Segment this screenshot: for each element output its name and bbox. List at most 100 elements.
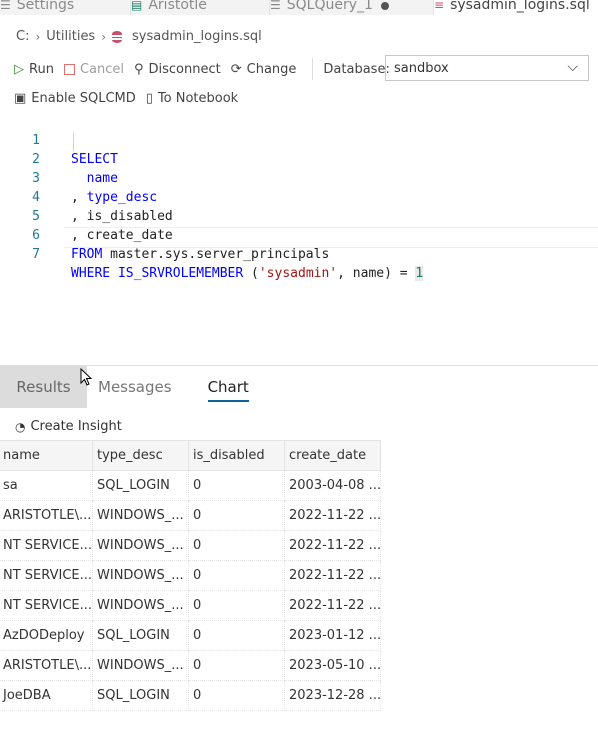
table-cell-is-disabled[interactable]: 0 <box>188 470 285 501</box>
table-body: sa SQL_LOGIN 0 2003-04-08 ... ARISTOTLE\... W… <box>0 470 381 711</box>
keyword: FROM <box>71 247 103 262</box>
tab-results[interactable]: Results <box>0 366 87 408</box>
code-token: master.sys.server_principals <box>102 247 330 262</box>
breadcrumb-file[interactable]: sysadmin_logins.sql <box>132 29 262 44</box>
table-cell-type-desc[interactable]: WINDOWS_... <box>92 560 189 591</box>
table-cell-create-date[interactable]: 2022-11-22 ... <box>284 560 381 591</box>
code-line: 3 , type_desc <box>0 150 157 205</box>
code-text: WHERE IS_SRVROLEMEMBER ('sysadmin', name… <box>71 264 424 283</box>
table-cell-create-date[interactable]: 2022-11-22 ... <box>284 530 381 561</box>
code-text: , create_date <box>71 228 173 243</box>
database-icon: ≡ <box>434 0 445 12</box>
change-label: Change <box>246 61 297 77</box>
tab-chart[interactable]: Chart <box>190 366 267 408</box>
table-cell-create-date[interactable]: 2022-11-22 ... <box>284 590 381 621</box>
table-cell-type-desc[interactable]: SQL_LOGIN <box>92 620 189 651</box>
tab-sysadmin-logins[interactable]: ≡ sysadmin_logins.sql <box>434 0 598 15</box>
results-tabs: Results Messages Chart <box>0 366 267 408</box>
table-cell-create-date[interactable]: 2023-05-10 ... <box>284 650 381 681</box>
disconnect-button[interactable]: ⚲ Disconnect <box>134 62 221 77</box>
table-row[interactable]: AzDODeploy SQL_LOGIN 0 2023-01-12 ... <box>0 620 381 651</box>
to-notebook-button[interactable]: ▯ To Notebook <box>146 91 238 106</box>
table-cell-name[interactable]: AzDODeploy <box>0 620 93 651</box>
code-line: 4 , is_disabled <box>0 169 173 224</box>
column-header[interactable]: name <box>0 440 93 471</box>
table-cell-create-date[interactable]: 2023-01-12 ... <box>284 620 381 651</box>
table-row[interactable]: JoeDBA SQL_LOGIN 0 2023-12-28 ... <box>0 680 381 711</box>
cancel-label: Cancel <box>79 61 124 77</box>
table-cell-name[interactable]: NT SERVICE... <box>0 560 93 591</box>
table-row[interactable]: sa SQL_LOGIN 0 2003-04-08 ... <box>0 470 381 501</box>
cancel-button[interactable]: Cancel <box>63 61 124 77</box>
run-button[interactable]: ▷ Run <box>14 62 54 77</box>
table-header-row: name type_desc is_disabled create_date <box>0 440 381 471</box>
enable-sqlcmd-button[interactable]: ▣ Enable SQLCMD <box>14 91 136 106</box>
code-editor[interactable]: 1 SELECT 2 name 3 , type_desc 4 , is_dis… <box>0 112 598 281</box>
line-number: 7 <box>32 247 40 262</box>
table-cell-is-disabled[interactable]: 0 <box>188 650 285 681</box>
table-cell-name[interactable]: ARISTOTLE\... <box>0 650 93 681</box>
code-token: type_desc <box>86 190 158 205</box>
code-line: 6 FROM master.sys.server_principals <box>0 207 329 262</box>
play-icon: ▷ <box>14 61 24 77</box>
keyword: SELECT <box>71 152 118 167</box>
tab-label: Settings <box>16 0 75 13</box>
tab-aristotle[interactable]: ▤ Aristotle <box>131 0 270 15</box>
table-cell-type-desc[interactable]: WINDOWS_... <box>92 500 189 531</box>
table-cell-type-desc[interactable]: SQL_LOGIN <box>92 470 189 501</box>
table-row[interactable]: NT SERVICE... WINDOWS_... 0 2022-11-22 ... <box>0 590 381 621</box>
table-cell-create-date[interactable]: 2023-12-28 ... <box>284 680 381 711</box>
table-cell-create-date[interactable]: 2003-04-08 ... <box>284 470 381 501</box>
create-insight-label: Create Insight <box>30 419 122 434</box>
to-notebook-label: To Notebook <box>157 90 239 106</box>
table-cell-name[interactable]: NT SERVICE... <box>0 590 93 621</box>
insight-icon: ◔ <box>15 419 26 434</box>
tab-settings[interactable]: ☰ Settings <box>0 0 131 15</box>
breadcrumb-folder[interactable]: Utilities <box>46 29 95 44</box>
change-connection-button[interactable]: ⟳ Change <box>231 62 297 77</box>
create-insight-button[interactable]: ◔ Create Insight <box>15 419 122 434</box>
table-row[interactable]: NT SERVICE... WINDOWS_... 0 2022-11-22 ... <box>0 530 381 561</box>
database-label: Database: <box>323 61 390 77</box>
dashboard-icon: ▤ <box>131 0 143 12</box>
plug-icon: ⚲ <box>133 61 144 77</box>
table-cell-is-disabled[interactable]: 0 <box>188 530 285 561</box>
table-cell-name[interactable]: sa <box>0 470 93 501</box>
tab-messages[interactable]: Messages <box>87 366 190 408</box>
column-header[interactable]: create_date <box>284 440 381 471</box>
tab-sqlquery[interactable]: ☰ SQLQuery_1 <box>270 0 434 15</box>
table-cell-type-desc[interactable]: WINDOWS_... <box>92 650 189 681</box>
table-cell-is-disabled[interactable]: 0 <box>188 680 285 711</box>
query-toolbar-secondary: ▣ Enable SQLCMD ▯ To Notebook <box>14 88 248 108</box>
column-header[interactable]: type_desc <box>92 440 189 471</box>
table-cell-is-disabled[interactable]: 0 <box>188 500 285 531</box>
chevron-right-icon: › <box>101 29 107 44</box>
database-select[interactable]: sandbox ⌵ <box>385 55 589 81</box>
breadcrumb: C: › Utilities › sysadmin_logins.sql <box>16 29 262 44</box>
table-cell-type-desc[interactable]: SQL_LOGIN <box>92 680 189 711</box>
table-cell-name[interactable]: ARISTOTLE\... <box>0 500 93 531</box>
table-row[interactable]: ARISTOTLE\... WINDOWS_... 0 2022-11-22 ... <box>0 500 381 531</box>
notebook-icon: ▯ <box>145 90 153 106</box>
chevron-down-icon: ⌵ <box>567 59 578 75</box>
code-text: FROM master.sys.server_principals <box>71 245 329 264</box>
table-cell-create-date[interactable]: 2022-11-22 ... <box>284 500 381 531</box>
database-icon <box>112 30 123 43</box>
table-cell-name[interactable]: JoeDBA <box>0 680 93 711</box>
table-cell-type-desc[interactable]: WINDOWS_... <box>92 530 189 561</box>
table-row[interactable]: NT SERVICE... WINDOWS_... 0 2022-11-22 ... <box>0 560 381 591</box>
enable-sqlcmd-label: Enable SQLCMD <box>31 90 136 106</box>
breadcrumb-drive[interactable]: C: <box>16 29 29 44</box>
table-cell-type-desc[interactable]: WINDOWS_... <box>92 590 189 621</box>
column-header[interactable]: is_disabled <box>188 440 285 471</box>
unsaved-dot-icon <box>380 2 389 10</box>
table-cell-name[interactable]: NT SERVICE... <box>0 530 93 561</box>
table-cell-is-disabled[interactable]: 0 <box>188 560 285 591</box>
stop-icon <box>63 63 75 75</box>
table-cell-is-disabled[interactable]: 0 <box>188 620 285 651</box>
table-cell-is-disabled[interactable]: 0 <box>188 590 285 621</box>
code-text: name <box>71 171 118 186</box>
function-token: IS_SRVROLEMEMBER <box>110 266 252 281</box>
code-token: ( <box>251 266 259 281</box>
table-row[interactable]: ARISTOTLE\... WINDOWS_... 0 2023-05-10 ... <box>0 650 381 681</box>
